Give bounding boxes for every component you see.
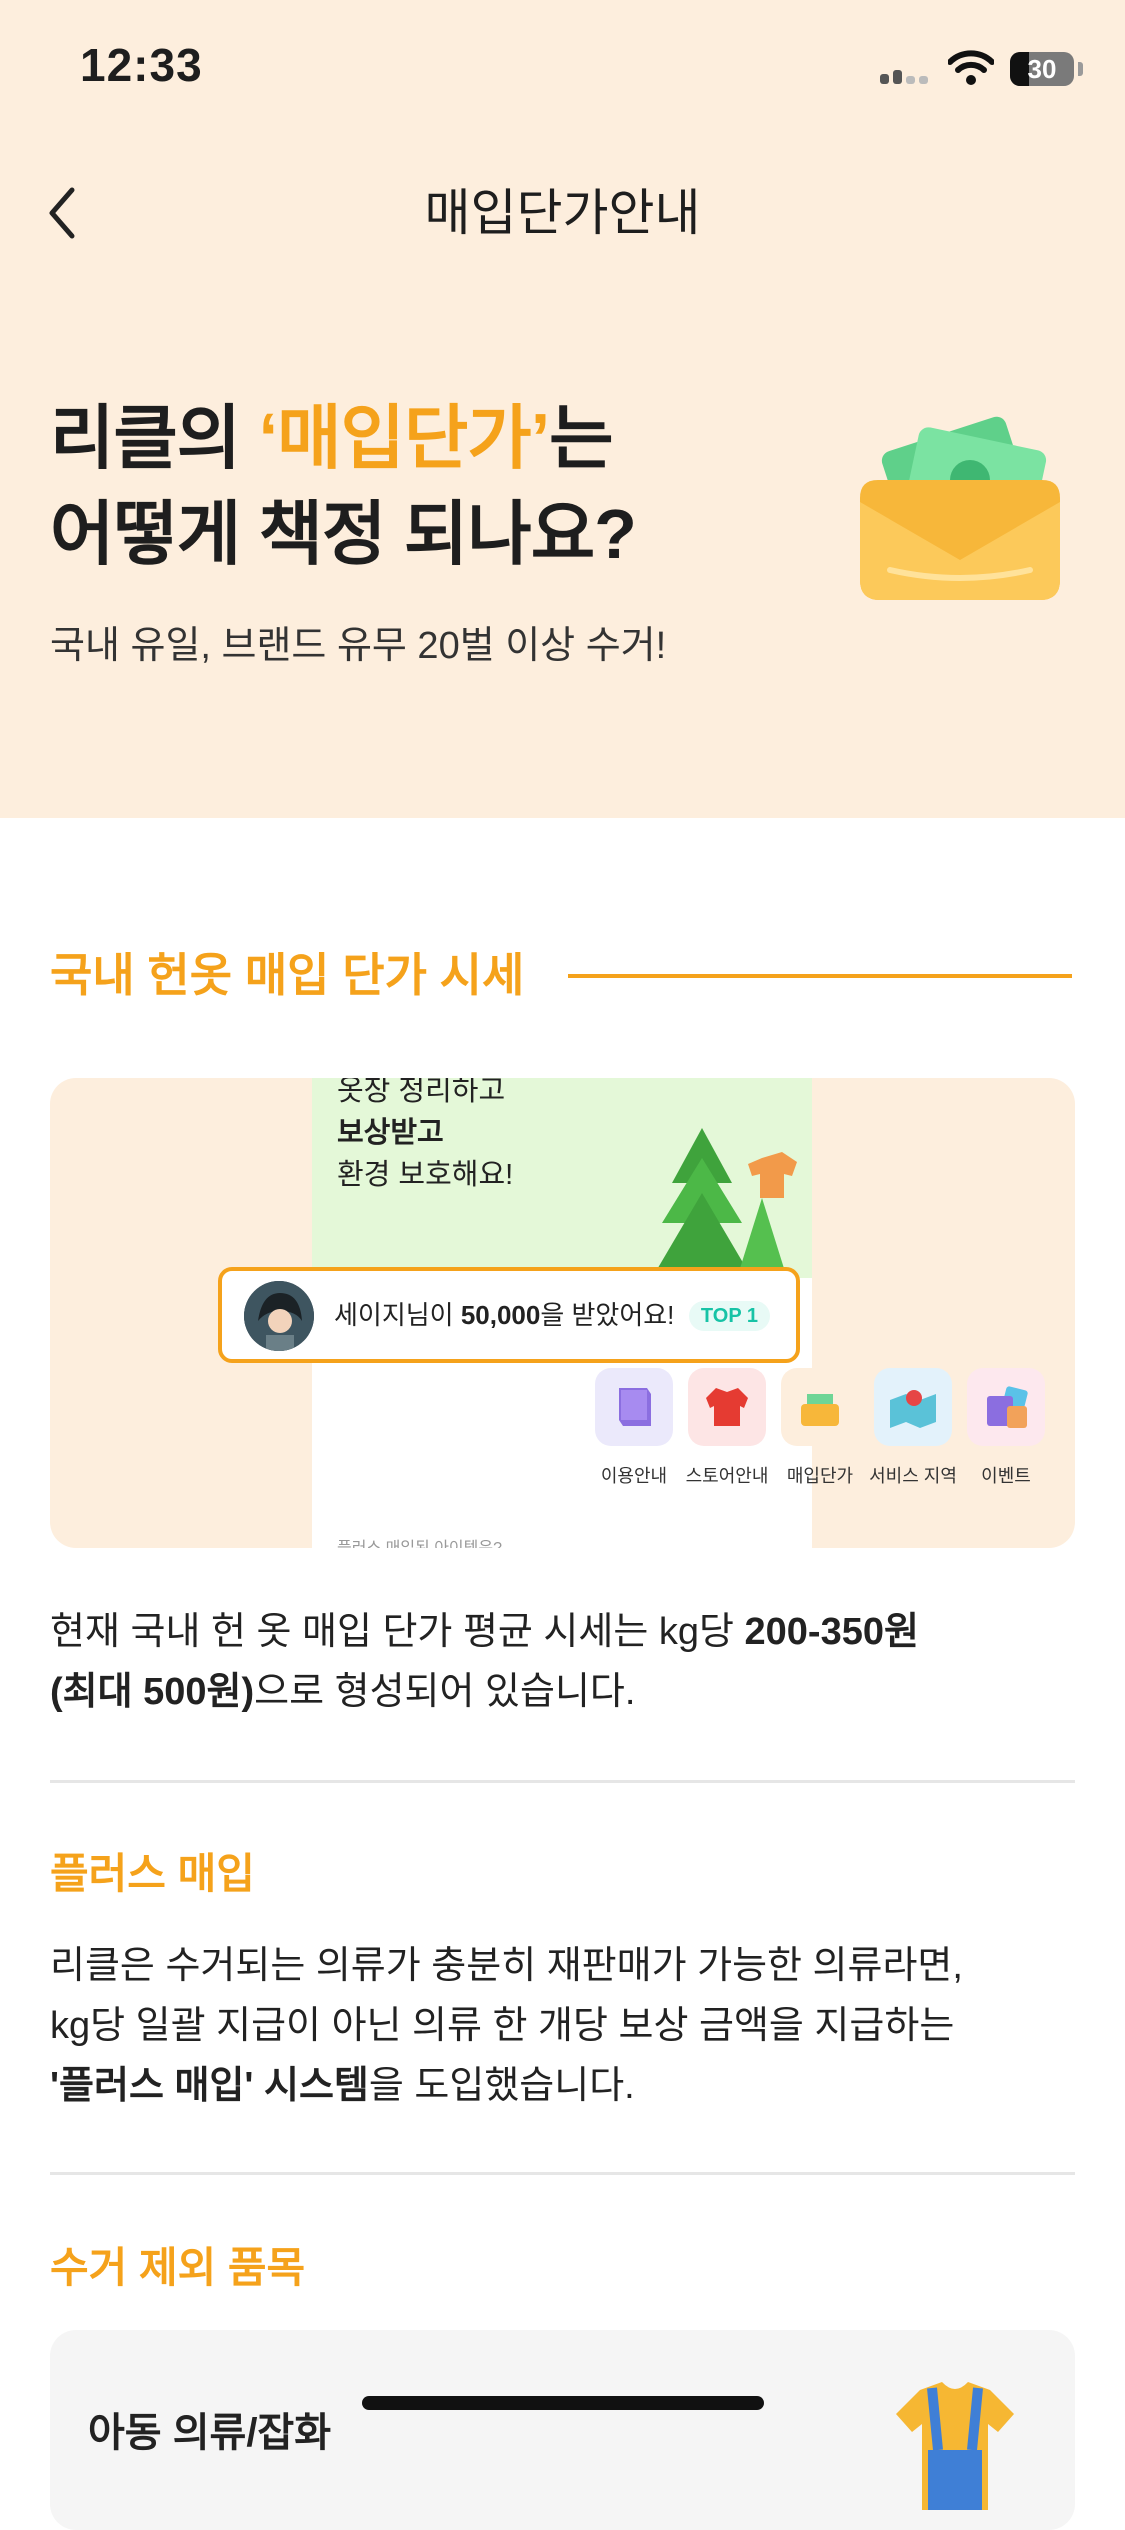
divider	[50, 2172, 1075, 2175]
price-range: 200-350원	[744, 1611, 919, 1653]
rank-badge: TOP 1	[688, 1301, 770, 1331]
wifi-icon	[948, 50, 994, 85]
menu-item-price: 매입단가	[775, 1368, 865, 1488]
excluded-items-title: 수거 제외 품목	[50, 2244, 306, 2291]
shopping-bag-icon	[967, 1368, 1045, 1446]
signal-icon	[880, 66, 932, 84]
menu-item-label: 서비스 지역	[869, 1466, 957, 1486]
plus-system-name: '플러스 매입' 시스템	[50, 2065, 369, 2107]
battery-cap	[1078, 62, 1083, 76]
money-envelope-icon	[860, 416, 1060, 600]
price-text-pre: 현재 국내 헌 옷 매입 단가 평균 시세는 kg당	[50, 1611, 745, 1653]
menu-item-label: 이용안내	[600, 1466, 668, 1486]
price-max: (최대 500원)	[50, 1671, 255, 1713]
phone-banner-line2: 보상받고	[337, 1117, 444, 1149]
menu-item-guide: 이용안내	[589, 1368, 679, 1488]
price-text-post: 으로 형성되어 있습니다.	[254, 1671, 636, 1713]
menu-item-area: 서비스 지역	[868, 1368, 958, 1488]
hero-heading-prefix: 리클의	[50, 399, 259, 477]
plus-text-line2: kg당 일괄 지급이 아닌 의류 한 개당 보상 금액을 지급하는	[50, 2005, 955, 2047]
reward-notice-text: 세이지님이 50,000을 받았어요!	[334, 1271, 674, 1359]
money-envelope-icon	[781, 1368, 859, 1446]
home-indicator	[362, 2396, 764, 2410]
status-bar: 12:33 30	[0, 0, 1125, 140]
map-icon	[874, 1368, 952, 1446]
phone-top-banner: 옷장 정리하고 보상받고 환경 보호해요!	[312, 1078, 812, 1278]
excluded-item-title: 아동 의류/잡화	[88, 2411, 332, 2455]
section-title: 국내 헌옷 매입 단가 시세	[50, 949, 525, 1001]
kids-clothing-icon	[896, 2382, 1014, 2510]
plus-text-post: 을 도입했습니다.	[368, 2065, 635, 2107]
notice-amount: 50,000	[460, 1300, 541, 1330]
hero-heading: 리클의 ‘매입단가’는 어떻게 책정 되나요?	[50, 390, 637, 582]
notice-text-pre: 세이지님이	[334, 1300, 461, 1330]
hero-subtitle: 국내 유일, 브랜드 유무 20벌 이상 수거!	[50, 625, 667, 667]
page-title: 매입단가안내	[424, 185, 701, 241]
plus-purchase-description: 리클은 수거되는 의류가 충분히 재판매가 가능한 의류라면, kg당 일괄 지…	[50, 1936, 1080, 2116]
phone-banner-text: 옷장 정리하고 보상받고 환경 보호해요!	[337, 1078, 513, 1196]
section-title-line	[568, 974, 1072, 978]
plus-text-line1: 리클은 수거되는 의류가 충분히 재판매가 가능한 의류라면,	[50, 1945, 963, 1987]
tree-icon	[652, 1128, 797, 1278]
menu-item-label: 이벤트	[981, 1466, 1031, 1486]
menu-item-label: 매입단가	[786, 1466, 854, 1486]
section-market-price: 국내 헌옷 매입 단가 시세	[50, 940, 1072, 1010]
battery-icon: 30	[1010, 52, 1074, 86]
book-icon	[595, 1368, 673, 1446]
phone-menu-icons: 이용안내 스토어안내 매입단가 서비스 지역 이벤트	[574, 1368, 1074, 1498]
phone-banner-line1: 옷장 정리하고	[337, 1078, 506, 1107]
reward-notice: 세이지님이 50,000을 받았어요! TOP 1	[218, 1267, 800, 1363]
price-description: 현재 국내 헌 옷 매입 단가 평균 시세는 kg당 200-350원 (최대 5…	[50, 1602, 1080, 1722]
notice-text-post: 을 받았어요!	[540, 1300, 675, 1330]
menu-item-label: 스토어안내	[685, 1466, 769, 1486]
status-time: 12:33	[80, 39, 203, 91]
menu-item-store: 스토어안내	[682, 1368, 772, 1488]
menu-item-event: 이벤트	[961, 1368, 1051, 1488]
divider	[50, 1780, 1075, 1783]
hero-heading-suffix: 는	[549, 399, 613, 477]
phone-footer-text: 플러스 매입된 아이템은?	[337, 1534, 502, 1548]
jacket-icon	[688, 1368, 766, 1446]
battery-level: 30	[1027, 54, 1057, 84]
hero-heading-line2: 어떻게 책정 되나요?	[50, 495, 637, 573]
avatar	[244, 1281, 314, 1351]
excluded-item-card[interactable]: 아동 의류/잡화	[50, 2330, 1075, 2530]
hero-heading-highlight: ‘매입단가’	[258, 399, 550, 477]
plus-purchase-title: 플러스 매입	[50, 1850, 255, 1897]
phone-banner-line3: 환경 보호해요!	[337, 1159, 514, 1191]
